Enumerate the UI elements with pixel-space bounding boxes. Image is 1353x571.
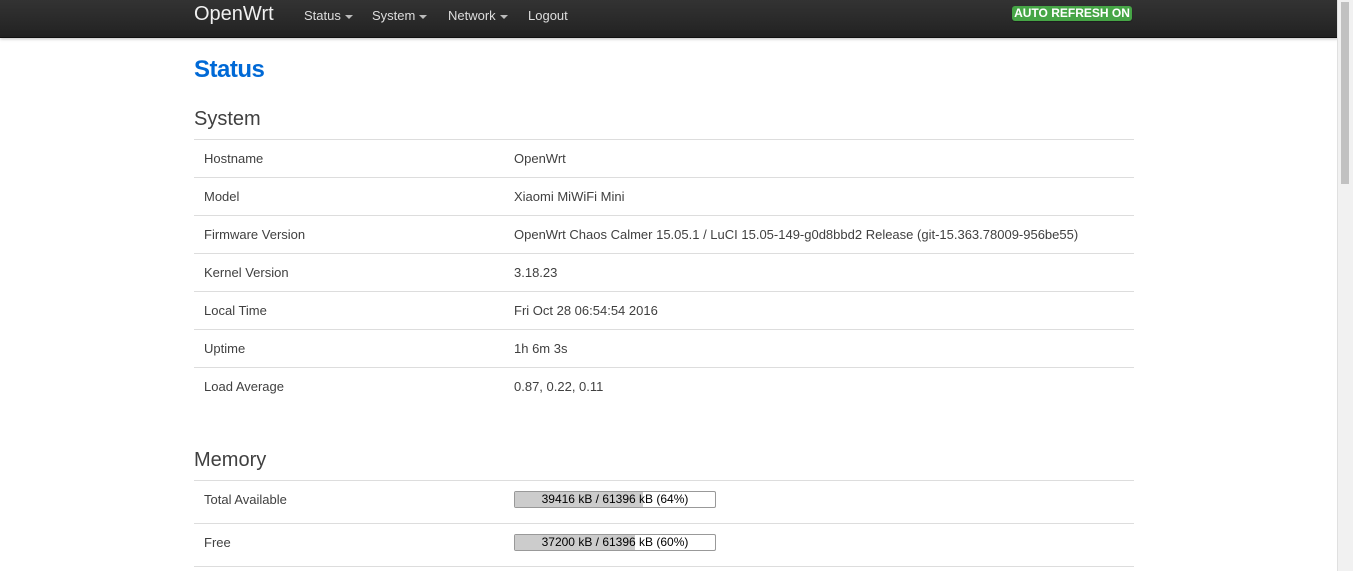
row-value: OpenWrt Chaos Calmer 15.05.1 / LuCI 15.0… xyxy=(514,227,1079,242)
menu-logout-label: Logout xyxy=(528,8,568,23)
memory-section-title: Memory xyxy=(194,449,267,471)
row-label: Uptime xyxy=(204,341,246,356)
row-label: Total Available xyxy=(204,492,287,507)
row-label: Load Average xyxy=(204,379,284,394)
scrollbar-thumb[interactable] xyxy=(1341,2,1349,184)
row-value: Xiaomi MiWiFi Mini xyxy=(514,189,625,204)
table-row: Model Xiaomi MiWiFi Mini xyxy=(194,177,1134,215)
table-row: Total Available 39416 kB / 61396 kB (64%… xyxy=(194,480,1134,523)
brand-logo[interactable]: OpenWrt xyxy=(194,3,274,25)
menu-network[interactable]: Network xyxy=(448,9,508,23)
row-value: 1h 6m 3s xyxy=(514,341,568,356)
table-row: Uptime 1h 6m 3s xyxy=(194,329,1134,367)
page-title: Status xyxy=(194,56,265,83)
table-row: Firmware Version OpenWrt Chaos Calmer 15… xyxy=(194,215,1134,253)
row-value: 0.87, 0.22, 0.11 xyxy=(514,379,604,394)
row-label: Model xyxy=(204,189,240,204)
table-row: Kernel Version 3.18.23 xyxy=(194,253,1134,291)
table-row: Hostname OpenWrt xyxy=(194,139,1134,177)
table-row: Load Average 0.87, 0.22, 0.11 xyxy=(194,367,1134,405)
row-value: Fri Oct 28 06:54:54 2016 xyxy=(514,303,658,318)
progress-text: 37200 kB / 61396 kB (60%) xyxy=(541,535,689,549)
row-label: Hostname xyxy=(204,151,264,166)
row-value: OpenWrt xyxy=(514,151,566,166)
menu-system[interactable]: System xyxy=(372,8,428,23)
auto-refresh-toggle[interactable]: AUTO REFRESH ON xyxy=(1012,6,1132,21)
row-label: Kernel Version xyxy=(204,265,289,280)
row-value: 3.18.23 xyxy=(514,265,558,280)
memory-total-progress-bar: 39416 kB / 61396 kB (64%) xyxy=(514,491,716,508)
table-row: Local Time Fri Oct 28 06:54:54 2016 xyxy=(194,291,1134,329)
memory-table: Total Available 39416 kB / 61396 kB (64%… xyxy=(194,480,1134,567)
menu-status-label: Status xyxy=(304,8,341,23)
memory-free-progress-bar: 37200 kB / 61396 kB (60%) xyxy=(514,534,716,551)
top-navbar: OpenWrt Status System Network Logout AUT… xyxy=(0,0,1338,38)
menu-network-label: Network xyxy=(448,8,496,23)
row-label: Firmware Version xyxy=(204,227,306,242)
caret-down-icon xyxy=(419,14,428,19)
menu-logout[interactable]: Logout xyxy=(528,9,568,23)
caret-down-icon xyxy=(499,14,508,19)
system-section-title: System xyxy=(194,108,261,130)
table-row: Free 37200 kB / 61396 kB (60%) xyxy=(194,523,1134,567)
progress-text: 39416 kB / 61396 kB (64%) xyxy=(541,492,689,506)
row-label: Free xyxy=(204,535,231,550)
menu-status[interactable]: Status xyxy=(304,9,353,23)
menu-system-label: System xyxy=(372,8,416,23)
row-label: Local Time xyxy=(204,303,267,318)
caret-down-icon xyxy=(344,14,353,19)
system-table: Hostname OpenWrt Model Xiaomi MiWiFi Min… xyxy=(194,139,1134,405)
vertical-scrollbar[interactable] xyxy=(1337,0,1353,571)
